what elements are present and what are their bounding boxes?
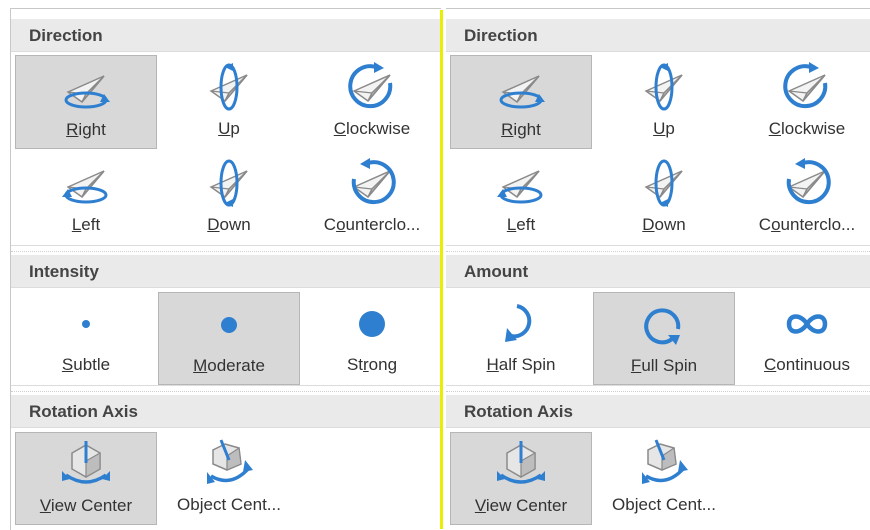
- section-separator: [446, 385, 870, 392]
- option-half-spin[interactable]: Half Spin: [450, 292, 592, 385]
- option-label: Right: [501, 120, 541, 139]
- infinity-icon: [779, 296, 835, 352]
- option-label: Up: [218, 119, 240, 138]
- option-label: Half Spin: [486, 355, 556, 374]
- option-down[interactable]: Down: [593, 151, 735, 245]
- plane-counterclockwise-icon: [344, 155, 400, 211]
- option-label: Full Spin: [630, 356, 698, 375]
- option-label: Subtle: [61, 355, 111, 374]
- plane-orbit-down-icon: [201, 155, 257, 211]
- option-label: Clockwise: [333, 119, 411, 138]
- cube-view-center-icon: [493, 437, 549, 493]
- dot-large-icon: [344, 296, 400, 352]
- half-spin-arrow-icon: [493, 296, 549, 352]
- dot-small-icon: [58, 296, 114, 352]
- full-spin-arrow-icon: [636, 297, 692, 353]
- option-counterclo[interactable]: Counterclo...: [736, 151, 870, 245]
- plane-orbit-left-icon: [493, 155, 549, 211]
- option-up[interactable]: Up: [158, 55, 300, 149]
- option-up[interactable]: Up: [593, 55, 735, 149]
- split-divider: [440, 10, 443, 529]
- plane-orbit-up-icon: [636, 59, 692, 115]
- option-right[interactable]: Right: [450, 55, 592, 149]
- option-label: Object Cent...: [177, 495, 281, 514]
- plane-orbit-left-icon: [58, 155, 114, 211]
- option-label: Right: [66, 120, 106, 139]
- option-continuous[interactable]: Continuous: [736, 292, 870, 385]
- option-full-spin[interactable]: Full Spin: [593, 292, 735, 385]
- option-view-center[interactable]: View Center: [15, 432, 157, 525]
- option-left[interactable]: Left: [450, 151, 592, 245]
- option-clockwise[interactable]: Clockwise: [736, 55, 870, 149]
- option-subtle[interactable]: Subtle: [15, 292, 157, 385]
- section-separator: [11, 385, 441, 392]
- option-label: Left: [71, 215, 101, 234]
- plane-counterclockwise-icon: [779, 155, 835, 211]
- cube-object-center-icon: [636, 436, 692, 492]
- direction-header: Direction: [446, 19, 870, 52]
- option-label: Moderate: [193, 356, 265, 375]
- option-label: Clockwise: [768, 119, 846, 138]
- option-view-center[interactable]: View Center: [450, 432, 592, 525]
- option-label: Counterclo...: [758, 215, 856, 234]
- effect-options-panel-right: Direction Right Up Clockwise Left Down C…: [446, 8, 870, 530]
- option-label: View Center: [474, 496, 568, 515]
- option-moderate[interactable]: Moderate: [158, 292, 300, 385]
- plane-orbit-down-icon: [636, 155, 692, 211]
- option-label: Object Cent...: [612, 495, 716, 514]
- amount-header: Amount: [446, 255, 870, 288]
- option-label: Counterclo...: [323, 215, 421, 234]
- option-strong[interactable]: Strong: [301, 292, 443, 385]
- option-right[interactable]: Right: [15, 55, 157, 149]
- option-label: Continuous: [763, 355, 850, 374]
- option-label: Left: [506, 215, 536, 234]
- rotation-axis-header: Rotation Axis: [446, 395, 870, 428]
- plane-orbit-up-icon: [201, 59, 257, 115]
- section-separator: [446, 245, 870, 252]
- option-left[interactable]: Left: [15, 151, 157, 245]
- plane-clockwise-icon: [779, 59, 835, 115]
- option-label: Strong: [346, 355, 398, 374]
- direction-header: Direction: [11, 19, 441, 52]
- option-label: Up: [653, 119, 675, 138]
- section-separator: [11, 245, 441, 252]
- option-object-cent[interactable]: Object Cent...: [158, 432, 300, 525]
- plane-clockwise-icon: [344, 59, 400, 115]
- plane-orbit-right-icon: [493, 60, 549, 116]
- option-object-cent[interactable]: Object Cent...: [593, 432, 735, 525]
- dot-medium-icon: [201, 297, 257, 353]
- effect-options-panel-left: Direction Right Up Clockwise Left Down C…: [10, 8, 441, 530]
- rotation-axis-header: Rotation Axis: [11, 395, 441, 428]
- option-counterclo[interactable]: Counterclo...: [301, 151, 443, 245]
- option-label: Down: [207, 215, 251, 234]
- cube-object-center-icon: [201, 436, 257, 492]
- option-down[interactable]: Down: [158, 151, 300, 245]
- plane-orbit-right-icon: [58, 60, 114, 116]
- option-label: View Center: [39, 496, 133, 515]
- cube-view-center-icon: [58, 437, 114, 493]
- option-label: Down: [642, 215, 686, 234]
- intensity-header: Intensity: [11, 255, 441, 288]
- option-clockwise[interactable]: Clockwise: [301, 55, 443, 149]
